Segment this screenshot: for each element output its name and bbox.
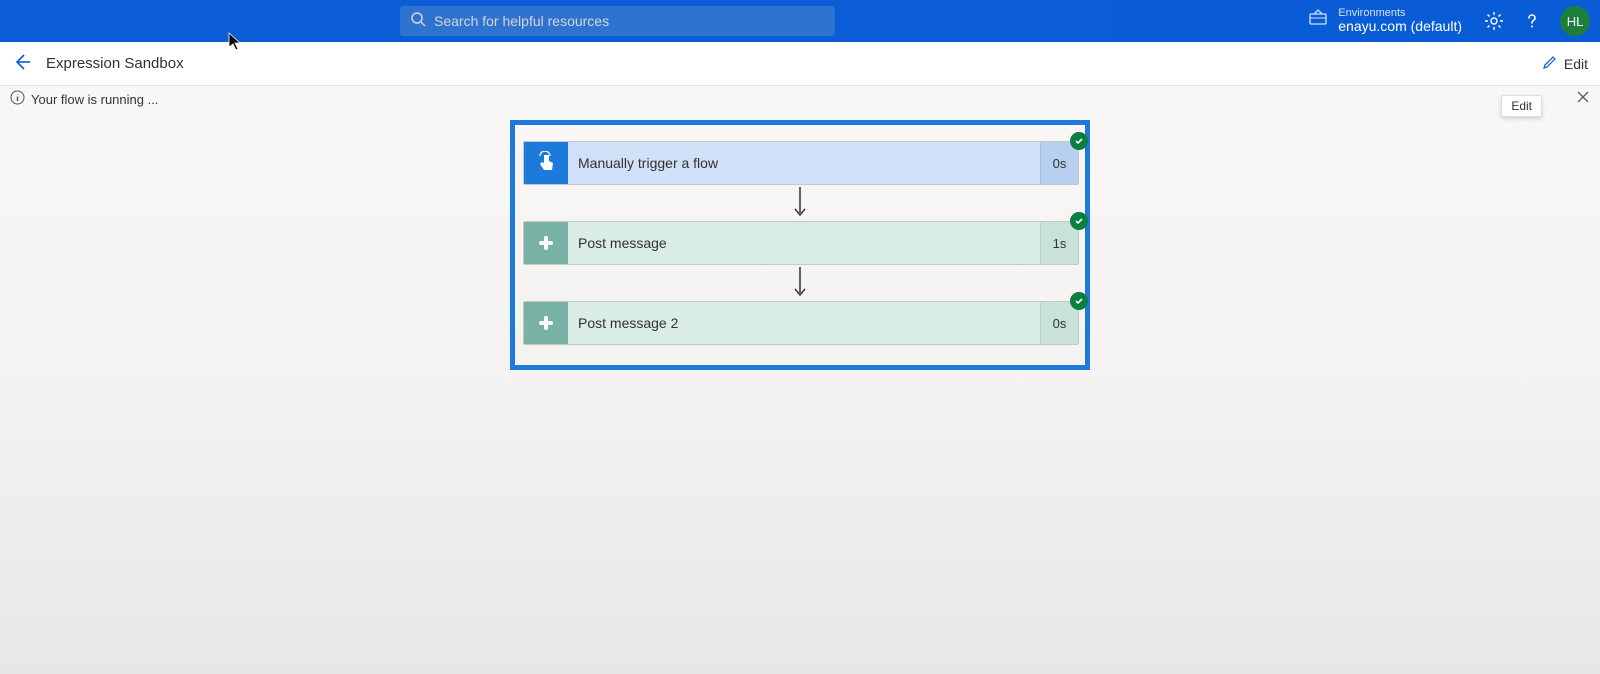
info-icon bbox=[10, 90, 31, 108]
search-icon bbox=[410, 11, 426, 32]
header-right: Environments enayu.com (default) HL bbox=[1308, 6, 1590, 36]
pencil-icon bbox=[1542, 54, 1558, 73]
environment-picker[interactable]: Environments enayu.com (default) bbox=[1308, 7, 1466, 34]
close-icon[interactable] bbox=[1576, 90, 1590, 104]
flow-canvas: Manually trigger a flow 0s Post message … bbox=[510, 120, 1090, 370]
slack-icon bbox=[524, 302, 568, 344]
status-message: Your flow is running ... bbox=[31, 92, 158, 107]
manual-trigger-icon bbox=[524, 142, 568, 184]
search-input[interactable] bbox=[434, 13, 825, 29]
app-header: Environments enayu.com (default) HL bbox=[0, 0, 1600, 42]
search-box[interactable] bbox=[400, 6, 835, 36]
help-icon[interactable] bbox=[1522, 11, 1542, 31]
arrow-down-icon bbox=[523, 265, 1077, 301]
avatar[interactable]: HL bbox=[1560, 6, 1590, 36]
flow-step-duration: 0s bbox=[1040, 302, 1078, 344]
environment-value: enayu.com (default) bbox=[1338, 19, 1462, 34]
gear-icon[interactable] bbox=[1484, 11, 1504, 31]
check-icon bbox=[1070, 212, 1088, 230]
flow-step-post-message-2[interactable]: Post message 2 0s bbox=[523, 301, 1079, 345]
edit-label: Edit bbox=[1564, 56, 1588, 72]
flow-step-duration: 0s bbox=[1040, 142, 1078, 184]
flow-step-duration: 1s bbox=[1040, 222, 1078, 264]
flow-step-trigger[interactable]: Manually trigger a flow 0s bbox=[523, 141, 1079, 185]
tooltip-edit: Edit bbox=[1501, 95, 1542, 117]
check-icon bbox=[1070, 292, 1088, 310]
arrow-down-icon bbox=[523, 185, 1077, 221]
edit-button[interactable]: Edit bbox=[1542, 54, 1588, 73]
slack-icon bbox=[524, 222, 568, 264]
flow-step-title: Manually trigger a flow bbox=[568, 142, 1040, 184]
check-icon bbox=[1070, 132, 1088, 150]
page-title: Expression Sandbox bbox=[46, 55, 1542, 72]
back-arrow-icon[interactable] bbox=[12, 52, 32, 76]
environment-icon bbox=[1308, 8, 1328, 33]
flow-step-post-message[interactable]: Post message 1s bbox=[523, 221, 1079, 265]
flow-step-title: Post message 2 bbox=[568, 302, 1040, 344]
flow-step-title: Post message bbox=[568, 222, 1040, 264]
sub-bar: Expression Sandbox Edit bbox=[0, 42, 1600, 86]
status-bar: Your flow is running ... bbox=[0, 86, 1600, 112]
